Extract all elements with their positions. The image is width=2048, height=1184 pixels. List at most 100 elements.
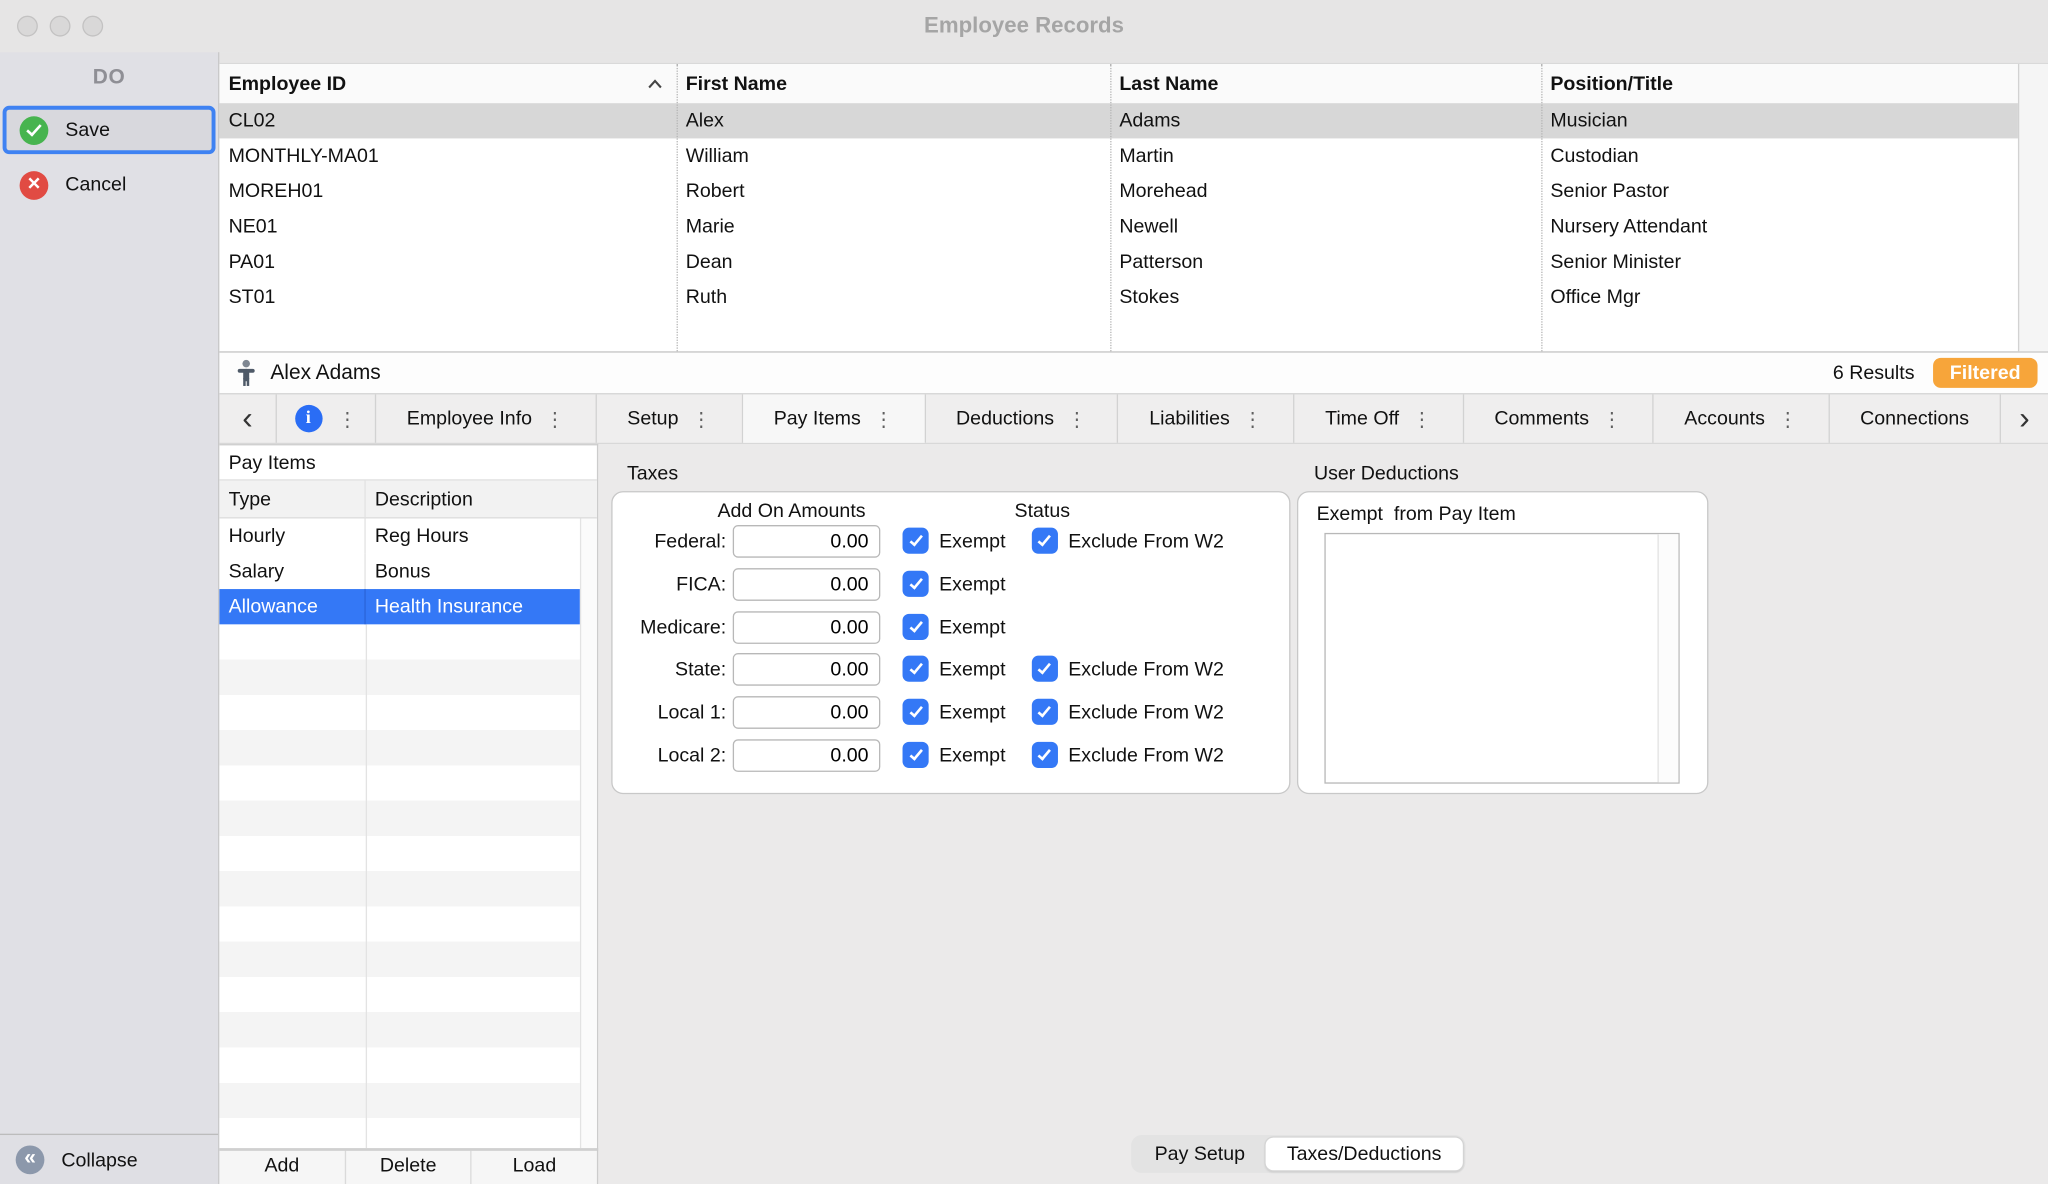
table-row[interactable]: MONTHLY-MA01 William Martin Custodian [219, 138, 2018, 173]
table-row[interactable]: PA01 Dean Patterson Senior Minister [219, 244, 2018, 279]
list-scrollbar[interactable] [1657, 534, 1678, 782]
tab-comments[interactable]: Comments ⋮ [1464, 394, 1654, 442]
tax-label: Local 1: [620, 701, 732, 723]
table-scrollbar[interactable] [2018, 64, 2048, 351]
checkbox-checked-icon[interactable] [903, 742, 929, 768]
save-button[interactable]: Save [3, 106, 216, 154]
federal-amount-input[interactable] [733, 524, 881, 557]
pay-items-scrollbar[interactable] [580, 519, 597, 1149]
column-header-last-name[interactable]: Last Name [1110, 72, 1541, 94]
cell-employee-id: NE01 [219, 216, 676, 238]
cell-first-name: William [677, 145, 1111, 167]
pay-setup-segment[interactable]: Pay Setup [1134, 1138, 1266, 1171]
delete-button[interactable]: Delete [346, 1151, 472, 1184]
column-header-first-name[interactable]: First Name [677, 72, 1111, 94]
checkbox-checked-icon[interactable] [903, 699, 929, 725]
add-on-amounts-header: Add On Amounts [687, 500, 896, 522]
tab-label: Deductions [956, 408, 1054, 430]
state-exempt-checkbox[interactable]: Exempt [903, 656, 1006, 682]
tab-label: Accounts [1684, 408, 1765, 430]
table-row[interactable]: ST01 Ruth Stokes Office Mgr [219, 280, 2018, 315]
filtered-badge[interactable]: Filtered [1933, 358, 2038, 388]
tab-liabilities[interactable]: Liabilities ⋮ [1119, 394, 1295, 442]
tab-deductions[interactable]: Deductions ⋮ [925, 394, 1118, 442]
cell-position: Senior Minister [1541, 251, 2018, 273]
fica-exempt-checkbox[interactable]: Exempt [903, 571, 1006, 597]
top-strip [219, 52, 2048, 62]
menu-dots-icon[interactable]: ⋮ [545, 407, 565, 431]
local2-exempt-checkbox[interactable]: Exempt [903, 742, 1006, 768]
federal-exempt-checkbox[interactable]: Exempt [903, 528, 1006, 554]
chevron-right-icon: › [2019, 400, 2029, 437]
state-amount-input[interactable] [733, 652, 881, 685]
tax-row-local-1: Local 1: Exempt Exclude From W2 [620, 694, 1224, 731]
add-button[interactable]: Add [219, 1151, 345, 1184]
menu-dots-icon[interactable]: ⋮ [338, 407, 358, 431]
tab-pay-items[interactable]: Pay Items ⋮ [743, 394, 925, 442]
medicare-amount-input[interactable] [733, 611, 881, 644]
local1-exempt-checkbox[interactable]: Exempt [903, 699, 1006, 725]
status-header: Status [990, 500, 1094, 522]
local2-amount-input[interactable] [733, 739, 881, 772]
checkbox-checked-icon[interactable] [903, 656, 929, 682]
menu-dots-icon[interactable]: ⋮ [874, 407, 894, 431]
tab-accounts[interactable]: Accounts ⋮ [1654, 394, 1830, 442]
column-header-position[interactable]: Position/Title [1541, 72, 2018, 94]
pay-item-row[interactable]: Hourly Reg Hours [219, 519, 579, 554]
tabs-scroll-left-button[interactable]: ‹ [219, 394, 276, 442]
column-label: Employee ID [229, 72, 347, 94]
taxes-deductions-segment[interactable]: Taxes/Deductions [1266, 1138, 1462, 1171]
menu-dots-icon[interactable]: ⋮ [1067, 407, 1087, 431]
user-deductions-group: Exempt from Pay Item [1297, 491, 1708, 794]
local2-exclude-w2-checkbox[interactable]: Exclude From W2 [1032, 742, 1224, 768]
federal-exclude-w2-checkbox[interactable]: Exclude From W2 [1032, 528, 1224, 554]
tab-employee-info[interactable]: Employee Info ⋮ [376, 394, 596, 442]
checkbox-checked-icon[interactable] [1032, 656, 1058, 682]
medicare-exempt-checkbox[interactable]: Exempt [903, 614, 1006, 640]
sort-ascending-icon[interactable] [647, 78, 664, 90]
menu-dots-icon[interactable]: ⋮ [1243, 407, 1263, 431]
collapse-button[interactable]: « Collapse [0, 1134, 218, 1184]
results-count: 6 Results [1833, 362, 1915, 384]
menu-dots-icon[interactable]: ⋮ [1412, 407, 1432, 431]
local1-exclude-w2-checkbox[interactable]: Exclude From W2 [1032, 699, 1224, 725]
pay-items-panel: Pay Items Type Description Hourly Reg Ho… [219, 444, 598, 1149]
column-divider [1541, 64, 1542, 351]
pay-item-row-selected[interactable]: Allowance Health Insurance [219, 589, 579, 624]
cell-description: Health Insurance [366, 589, 580, 624]
exclude-w2-label: Exclude From W2 [1068, 658, 1224, 680]
tab-connections[interactable]: Connections [1829, 394, 2000, 442]
load-button[interactable]: Load [472, 1151, 597, 1184]
state-exclude-w2-checkbox[interactable]: Exclude From W2 [1032, 656, 1224, 682]
checkbox-checked-icon[interactable] [903, 614, 929, 640]
checkbox-checked-icon[interactable] [1032, 528, 1058, 554]
checkbox-checked-icon[interactable] [903, 528, 929, 554]
fica-amount-input[interactable] [733, 568, 881, 601]
local1-amount-input[interactable] [733, 696, 881, 729]
tab-time-off[interactable]: Time Off ⋮ [1294, 394, 1463, 442]
menu-dots-icon[interactable]: ⋮ [1778, 407, 1798, 431]
table-row[interactable]: NE01 Marie Newell Nursery Attendant [219, 209, 2018, 244]
menu-dots-icon[interactable]: ⋮ [1602, 407, 1622, 431]
cancel-button[interactable]: × Cancel [3, 161, 216, 209]
tab-label: Employee Info [407, 408, 532, 430]
column-header-description[interactable]: Description [366, 481, 597, 518]
checkbox-checked-icon[interactable] [903, 571, 929, 597]
table-row[interactable]: CL02 Alex Adams Musician [219, 103, 2018, 138]
table-row[interactable]: MOREH01 Robert Morehead Senior Pastor [219, 174, 2018, 209]
column-header-employee-id[interactable]: Employee ID [219, 72, 676, 94]
tab-setup[interactable]: Setup ⋮ [597, 394, 743, 442]
column-header-type[interactable]: Type [219, 481, 365, 518]
tab-label: Liabilities [1149, 408, 1230, 430]
checkbox-checked-icon[interactable] [1032, 699, 1058, 725]
column-divider [1110, 64, 1111, 351]
menu-dots-icon[interactable]: ⋮ [692, 407, 712, 431]
pay-item-row[interactable]: Salary Bonus [219, 554, 579, 589]
tabs-scroll-right-button[interactable]: › [2001, 394, 2048, 442]
check-icon [20, 116, 49, 145]
exclude-w2-label: Exclude From W2 [1068, 530, 1224, 552]
cell-first-name: Marie [677, 216, 1111, 238]
checkbox-checked-icon[interactable] [1032, 742, 1058, 768]
tab-record-info[interactable]: i ⋮ [277, 394, 376, 442]
exempt-pay-item-list[interactable] [1324, 533, 1679, 784]
